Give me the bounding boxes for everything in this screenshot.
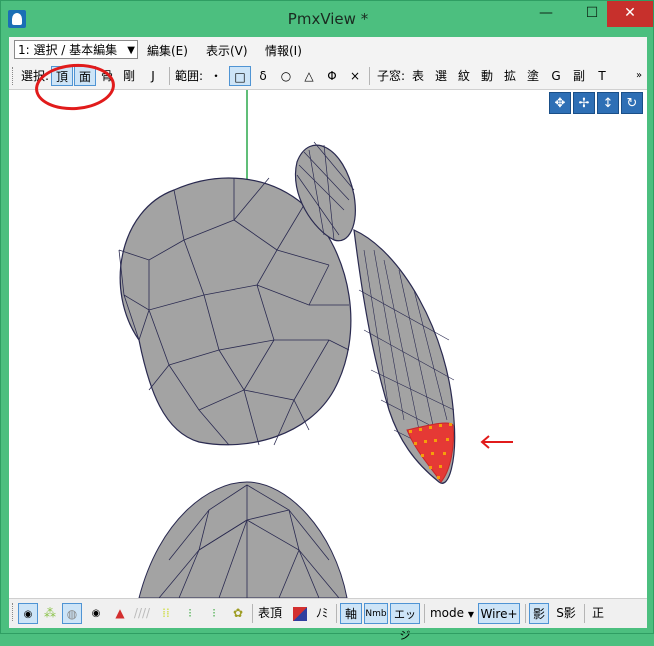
child-window-move-button[interactable]: 動	[478, 66, 496, 86]
edge-toggle[interactable]: エッジ	[390, 603, 420, 642]
child-window-crest-button[interactable]: 紋	[455, 66, 473, 86]
triangle-display-icon[interactable]: ▲	[110, 603, 130, 624]
model-wireframe	[118, 90, 456, 598]
axis-toggle[interactable]: 軸	[340, 603, 362, 624]
select-rigid-button[interactable]: 剛	[119, 66, 139, 86]
pmxview-window: PmxView * — ☐ ✕ 1: 選択 / 基本編集 ▼ 編集(E) 表示(…	[0, 0, 654, 642]
child-window-table-button[interactable]: 表	[409, 66, 427, 86]
shadow-toggle[interactable]: 影	[529, 603, 549, 624]
menu-view[interactable]: 表示(V)	[206, 42, 248, 59]
color-swatch-icon[interactable]	[291, 603, 309, 624]
title-bar: PmxView * — ☐ ✕	[1, 1, 654, 37]
toolbar-separator	[525, 604, 526, 623]
range-label: 範囲:	[174, 69, 204, 83]
minimize-button[interactable]: —	[531, 1, 561, 27]
zoom-icon[interactable]: ↕	[597, 92, 619, 114]
material-display-icon[interactable]: ⁞⁞	[156, 603, 176, 624]
3d-viewport[interactable]: ✥ ✢ ↕ ↻	[9, 90, 647, 598]
vertex-display-icon[interactable]: ◉	[18, 603, 38, 624]
menu-info[interactable]: 情報(I)	[265, 42, 302, 59]
point-display-icon[interactable]: ◉	[86, 603, 106, 624]
weight-display-icon[interactable]: ◍	[62, 603, 82, 624]
toolbar-separator	[336, 604, 337, 623]
range-delta-button[interactable]: δ	[253, 66, 273, 86]
nmb-toggle[interactable]: Nmb	[364, 603, 388, 624]
chevron-down-icon: ▼	[467, 610, 474, 619]
mode-label: mode	[429, 606, 465, 620]
child-window-sub-button[interactable]: 副	[570, 66, 588, 86]
vertex-toggle[interactable]: 表頂	[256, 603, 284, 624]
child-window-t-button[interactable]: T	[593, 66, 611, 86]
range-rect-button[interactable]: □	[229, 66, 251, 86]
toolbar-separator	[424, 604, 425, 623]
camera-controls: ✥ ✢ ↕ ↻	[547, 92, 643, 114]
child-window-paint-button[interactable]: 塗	[524, 66, 542, 86]
mode-dropdown[interactable]: mode ▼	[428, 603, 476, 624]
toolbar-separator	[169, 67, 170, 85]
range-circle-button[interactable]: ○	[276, 66, 296, 86]
mode-select-value: 1: 選択 / 基本編集	[18, 43, 118, 57]
self-shadow-toggle[interactable]: S影	[552, 603, 580, 624]
no-toggle[interactable]: ﾉﾐ	[313, 603, 331, 624]
toolbar-separator	[369, 67, 370, 85]
rotate-icon[interactable]: ↻	[621, 92, 643, 114]
annotation-arrow-icon	[480, 435, 513, 449]
close-button[interactable]: ✕	[607, 1, 653, 27]
normal-display-icon[interactable]: ⁂	[40, 603, 60, 624]
menu-bar: 1: 選択 / 基本編集 ▼ 編集(E) 表示(V) 情報(I)	[9, 37, 647, 63]
child-window-select-button[interactable]: 選	[432, 66, 450, 86]
chevron-down-icon: ▼	[127, 45, 135, 56]
client-area: 1: 選択 / 基本編集 ▼ 編集(E) 表示(V) 情報(I) 選択: 頂 面…	[9, 37, 647, 642]
mode-select[interactable]: 1: 選択 / 基本編集 ▼	[14, 40, 138, 59]
wire-toggle[interactable]: Wire+	[478, 603, 520, 624]
range-point-button[interactable]: ・	[206, 66, 226, 86]
toolbar-overflow-icon[interactable]: »	[633, 66, 645, 86]
bottom-toolbar: ◉ ⁂ ◍ ◉ ▲ //// ⁞⁞ ⁝ ⁝ ✿ 表頂 ﾉﾐ 軸 Nmb エッジ …	[9, 598, 647, 642]
maximize-button[interactable]: ☐	[577, 1, 607, 27]
move-icon[interactable]: ✥	[549, 92, 571, 114]
morph-display-icon[interactable]: ✿	[228, 603, 248, 624]
range-phi-button[interactable]: Φ	[322, 66, 342, 86]
range-clear-button[interactable]: ×	[345, 66, 365, 86]
menu-edit[interactable]: 編集(E)	[147, 42, 188, 59]
select-joint-button[interactable]: J	[143, 66, 163, 86]
toolbar-separator	[584, 604, 585, 623]
front-view-button[interactable]: 正	[588, 603, 608, 624]
range-triangle-button[interactable]: △	[299, 66, 319, 86]
joint-display-icon[interactable]: ⁝	[204, 603, 224, 624]
child-window-scale-button[interactable]: 拡	[501, 66, 519, 86]
child-window-label: 子窓:	[376, 69, 406, 83]
bone-display-icon[interactable]: ⁝	[180, 603, 200, 624]
toolbar-grip[interactable]	[12, 603, 16, 621]
toolbar-grip[interactable]	[12, 67, 16, 85]
child-window-g-button[interactable]: G	[547, 66, 565, 86]
pan-icon[interactable]: ✢	[573, 92, 595, 114]
toolbar-separator	[252, 604, 253, 623]
stripe-display-icon[interactable]: ////	[132, 603, 152, 624]
